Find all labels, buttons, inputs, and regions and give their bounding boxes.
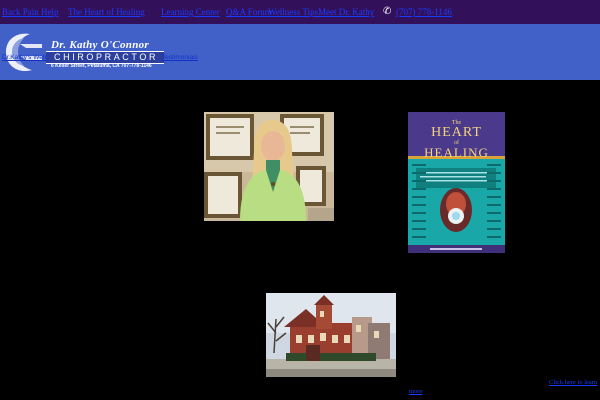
logo-swoosh-icon: [6, 33, 42, 72]
office-building-photo: [266, 293, 396, 377]
learn-more-link-line2[interactable]: more: [409, 388, 422, 395]
book-title-healing: HEALING: [424, 145, 489, 160]
subnav-testimonials-link[interactable]: Testimonials: [162, 54, 198, 61]
logo-address: 6 Keller Street, Petaluma, CA 707-778-11…: [51, 63, 152, 69]
nav-meet-dr-kathy[interactable]: Meet Dr. Kathy: [318, 0, 374, 24]
logo-name: Dr. Kathy O'Connor: [51, 39, 150, 51]
logo-title: CHIROPRACTOR: [54, 52, 159, 62]
nav-wellness-tips[interactable]: Wellness Tips: [268, 0, 318, 24]
nav-learning-center[interactable]: Learning Center: [161, 0, 220, 24]
learn-more-link-line1[interactable]: Click here to learn: [549, 379, 597, 386]
top-nav-bar: Back Pain Help The Heart of Healing Lear…: [0, 0, 600, 24]
nav-qa-forum[interactable]: Q&A Forum: [226, 0, 272, 24]
portrait-photo: [204, 112, 334, 221]
phone-link[interactable]: (707) 778-1146: [396, 0, 452, 24]
subnav-left-link[interactable]: Dr.Kathy's Web: [2, 54, 46, 61]
phone-icon: ✆: [383, 6, 392, 17]
nav-heart-of-healing[interactable]: The Heart of Healing: [68, 0, 145, 24]
book-cover-image[interactable]: The HEART of HEALING: [408, 112, 505, 253]
book-title-heart: HEART: [431, 125, 482, 140]
nav-back-pain-help[interactable]: Back Pain Help: [2, 0, 59, 24]
